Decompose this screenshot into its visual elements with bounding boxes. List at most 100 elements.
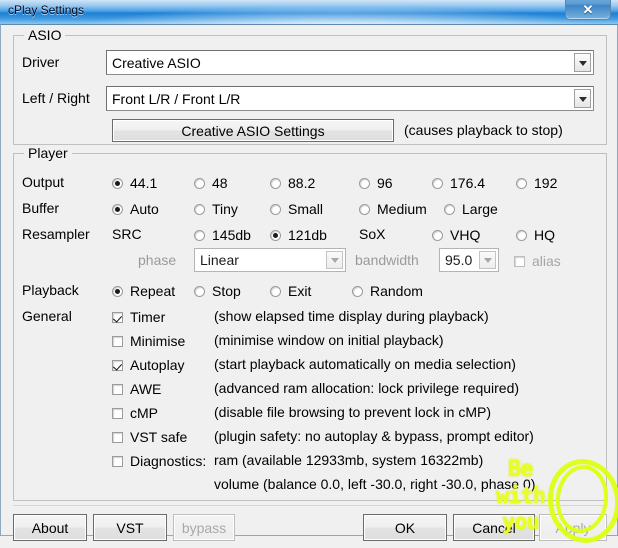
radio-dot-icon bbox=[270, 203, 281, 215]
title-bar: cPlay Settings ✕ bbox=[0, 0, 618, 24]
radio-label: Exit bbox=[288, 283, 312, 299]
apply-label: Apply bbox=[555, 519, 591, 536]
radio-label: Repeat bbox=[130, 283, 176, 299]
checkbox-label: Diagnostics: bbox=[130, 453, 207, 469]
cplay-settings-window: cPlay Settings ✕ ASIO Driver Creative AS… bbox=[0, 0, 618, 548]
radio-buffer-medium[interactable]: Medium bbox=[359, 201, 427, 217]
driver-combo-value: Creative ASIO bbox=[112, 54, 201, 71]
autoplay-note: (start playback automatically on media s… bbox=[214, 356, 516, 372]
radio-dot-icon bbox=[444, 203, 455, 215]
bandwidth-combo-value: 95.0 bbox=[445, 252, 473, 268]
checkbox-box-icon bbox=[112, 335, 123, 347]
radio-playback-stop[interactable]: Stop bbox=[194, 283, 241, 299]
checkbox-awe[interactable]: AWE bbox=[112, 381, 161, 397]
radio-dot-icon bbox=[194, 203, 205, 215]
player-group-legend: Player bbox=[24, 145, 72, 161]
asio-settings-note: (causes playback to stop) bbox=[404, 122, 563, 138]
footer-divider bbox=[13, 505, 607, 506]
checkbox-cmp[interactable]: cMP bbox=[112, 405, 158, 421]
diagnostics-ram-note: ram (available 12933mb, system 16322mb) bbox=[214, 452, 484, 468]
radio-dot-icon bbox=[359, 203, 370, 215]
about-button[interactable]: About bbox=[13, 514, 87, 541]
radio-dot-icon bbox=[270, 229, 281, 241]
cancel-label: Cancel bbox=[472, 519, 516, 536]
chevron-down-icon[interactable] bbox=[574, 53, 591, 72]
radio-dot-icon bbox=[432, 229, 443, 241]
radio-output-192[interactable]: 192 bbox=[516, 175, 557, 191]
checkbox-box-icon bbox=[112, 455, 123, 467]
chevron-down-icon[interactable] bbox=[574, 89, 591, 108]
checkbox-minimise[interactable]: Minimise bbox=[112, 333, 185, 349]
ok-button[interactable]: OK bbox=[363, 514, 447, 541]
radio-buffer-tiny[interactable]: Tiny bbox=[194, 201, 238, 217]
bypass-button: bypass bbox=[173, 514, 235, 541]
checkbox-vst-safe[interactable]: VST safe bbox=[112, 429, 187, 445]
leftright-combo-value: Front L/R / Front L/R bbox=[112, 90, 241, 107]
radio-label: HQ bbox=[534, 227, 555, 243]
diagnostics-volume-note: volume (balance 0.0, left -30.0, right -… bbox=[214, 476, 536, 492]
radio-label: Stop bbox=[212, 283, 241, 299]
dialog-client-area: ASIO Driver Creative ASIO Left / Right F… bbox=[0, 24, 618, 541]
radio-output-96[interactable]: 96 bbox=[359, 175, 393, 191]
checkbox-label: alias bbox=[532, 253, 561, 269]
phase-label: phase bbox=[138, 252, 177, 268]
radio-resampler-vhq[interactable]: VHQ bbox=[432, 227, 480, 243]
driver-label: Driver bbox=[22, 54, 60, 70]
checkbox-label: cMP bbox=[130, 405, 158, 421]
radio-label: Tiny bbox=[212, 201, 238, 217]
radio-buffer-small[interactable]: Small bbox=[270, 201, 323, 217]
radio-playback-random[interactable]: Random bbox=[352, 283, 423, 299]
radio-buffer-auto[interactable]: Auto bbox=[112, 201, 159, 217]
player-group: Player Output 44.1 48 88.2 96 176.4 192 … bbox=[13, 145, 607, 501]
checkbox-alias[interactable]: alias bbox=[514, 253, 561, 269]
creative-asio-settings-button[interactable]: Creative ASIO Settings bbox=[112, 119, 394, 142]
radio-label: Large bbox=[462, 201, 498, 217]
checkbox-label: VST safe bbox=[130, 429, 188, 445]
radio-resampler-145db[interactable]: 145db bbox=[194, 227, 251, 243]
checkbox-timer[interactable]: Timer bbox=[112, 309, 165, 325]
radio-playback-repeat[interactable]: Repeat bbox=[112, 283, 175, 299]
radio-dot-icon bbox=[112, 177, 123, 189]
radio-label: 176.4 bbox=[450, 175, 486, 191]
src-label: SRC bbox=[112, 226, 142, 242]
radio-label: 145db bbox=[212, 227, 251, 243]
vst-button[interactable]: VST bbox=[93, 514, 167, 541]
radio-resampler-121db[interactable]: 121db bbox=[270, 227, 327, 243]
radio-label: 121db bbox=[288, 227, 327, 243]
resampler-label: Resampler bbox=[22, 226, 90, 242]
phase-combo[interactable]: Linear bbox=[194, 248, 346, 272]
close-x-icon: ✕ bbox=[582, 2, 594, 17]
playback-label: Playback bbox=[22, 282, 79, 298]
close-button[interactable]: ✕ bbox=[565, 0, 611, 20]
checkbox-box-icon bbox=[112, 311, 123, 323]
driver-combo[interactable]: Creative ASIO bbox=[106, 50, 594, 75]
vst-safe-note: (plugin safety: no autoplay & bypass, pr… bbox=[214, 428, 534, 444]
cancel-button[interactable]: Cancel bbox=[453, 514, 535, 541]
asio-group-legend: ASIO bbox=[24, 27, 66, 43]
radio-label: 44.1 bbox=[130, 175, 158, 191]
chevron-down-icon[interactable] bbox=[326, 251, 343, 269]
radio-output-88-2[interactable]: 88.2 bbox=[270, 175, 315, 191]
radio-label: Auto bbox=[130, 201, 159, 217]
output-label: Output bbox=[22, 174, 65, 190]
radio-output-44-1[interactable]: 44.1 bbox=[112, 175, 157, 191]
bandwidth-combo[interactable]: 95.0 bbox=[439, 248, 499, 272]
checkbox-diagnostics[interactable]: Diagnostics: bbox=[112, 453, 206, 469]
checkbox-autoplay[interactable]: Autoplay bbox=[112, 357, 184, 373]
radio-dot-icon bbox=[112, 203, 123, 215]
phase-combo-value: Linear bbox=[200, 252, 239, 268]
radio-dot-icon bbox=[359, 177, 370, 189]
about-label: About bbox=[31, 519, 69, 536]
radio-output-48[interactable]: 48 bbox=[194, 175, 228, 191]
radio-playback-exit[interactable]: Exit bbox=[270, 283, 311, 299]
chevron-down-icon[interactable] bbox=[479, 251, 496, 269]
radio-buffer-large[interactable]: Large bbox=[444, 201, 498, 217]
radio-dot-icon bbox=[516, 229, 527, 241]
vst-label: VST bbox=[116, 519, 144, 536]
radio-resampler-hq[interactable]: HQ bbox=[516, 227, 555, 243]
leftright-combo[interactable]: Front L/R / Front L/R bbox=[106, 86, 594, 111]
window-title: cPlay Settings bbox=[8, 3, 85, 17]
radio-output-176-4[interactable]: 176.4 bbox=[432, 175, 485, 191]
apply-button: Apply bbox=[539, 514, 607, 541]
asio-group: ASIO Driver Creative ASIO Left / Right F… bbox=[13, 27, 607, 145]
